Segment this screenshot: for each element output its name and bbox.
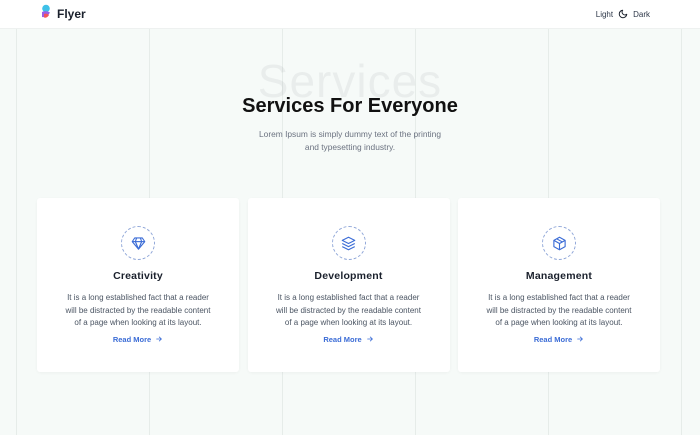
- read-more-link[interactable]: Read More: [113, 335, 163, 345]
- box-icon: [542, 226, 576, 260]
- arrow-right-icon: [155, 335, 163, 345]
- diamond-icon: [121, 226, 155, 260]
- service-description: It is a long established fact that a rea…: [486, 293, 632, 327]
- service-card-development: Development It is a long established fac…: [247, 198, 450, 372]
- navbar: Flyer Light Dark: [0, 0, 700, 29]
- read-more-label: Read More: [533, 335, 573, 344]
- arrow-right-icon: [576, 335, 584, 345]
- service-description: It is a long established fact that a rea…: [65, 293, 211, 327]
- arrow-right-icon: [366, 335, 374, 345]
- read-more-label: Read More: [323, 335, 362, 344]
- page-title: Services For Everyone: [242, 95, 458, 117]
- theme-dark-label[interactable]: Dark: [633, 10, 650, 19]
- read-more-link[interactable]: Read More: [323, 335, 373, 345]
- hero-section: Services Services For Everyone Lorem Ips…: [0, 52, 700, 154]
- brand[interactable]: Flyer: [40, 4, 86, 24]
- service-card-management: Management It is a long established fact…: [458, 198, 660, 372]
- theme-light-label[interactable]: Light: [596, 10, 613, 19]
- service-title: Management: [525, 270, 593, 282]
- flyer-logo-icon: [40, 4, 53, 24]
- service-title: Creativity: [113, 270, 163, 282]
- page: Flyer Light Dark Services Services For E…: [0, 0, 700, 435]
- services-cards: Creativity It is a long established fact…: [37, 198, 660, 372]
- service-description: It is a long established fact that a rea…: [276, 293, 421, 327]
- service-title: Development: [314, 270, 383, 282]
- service-card-creativity: Creativity It is a long established fact…: [37, 198, 239, 372]
- hero-subtitle: Lorem Ipsum is simply dummy text of the …: [259, 129, 441, 152]
- moon-icon[interactable]: [618, 9, 628, 19]
- layers-icon: [331, 226, 366, 260]
- brand-name: Flyer: [57, 7, 86, 21]
- theme-toggle: Light Dark: [596, 9, 650, 19]
- read-more-label: Read More: [112, 335, 152, 344]
- read-more-link[interactable]: Read More: [534, 335, 584, 345]
